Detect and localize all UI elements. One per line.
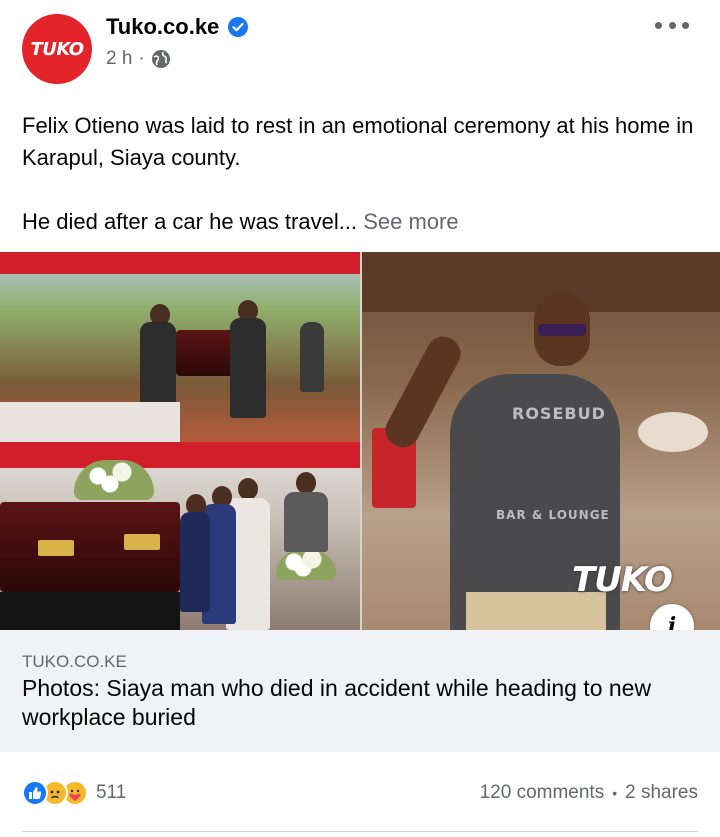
glasses <box>538 324 586 336</box>
table <box>638 412 708 452</box>
mourner <box>230 318 266 418</box>
tent-canopy <box>0 442 360 468</box>
stats-separator: • <box>612 785 618 801</box>
casket-skirt <box>0 592 180 630</box>
mourner <box>300 322 324 392</box>
globe-icon <box>151 50 170 68</box>
mourner-head <box>238 478 258 500</box>
post-image[interactable]: ROSEBUD BAR & LOUNGE TUKO i <box>0 252 720 630</box>
page-name[interactable]: Tuko.co.ke <box>106 14 219 40</box>
engagement-stats: 120 comments • 2 shares <box>480 782 698 804</box>
link-title[interactable]: Photos: Siaya man who died in accident w… <box>22 674 702 732</box>
mourner <box>284 492 328 552</box>
post-text: Felix Otieno was laid to rest in an emot… <box>22 110 702 238</box>
reactions-summary[interactable]: 511 <box>22 780 126 806</box>
tuko-watermark: TUKO <box>572 560 673 600</box>
flower-wreath <box>276 550 336 580</box>
like-icon <box>22 780 48 806</box>
reactions-count: 511 <box>96 782 127 803</box>
tuko-logo: TUKO <box>30 38 85 60</box>
mourner <box>140 322 176 412</box>
post-time[interactable]: 2 h <box>106 48 132 70</box>
casket-handle <box>38 540 74 556</box>
mourner <box>180 512 210 612</box>
meta-separator: · <box>138 48 145 69</box>
post-text-paragraph-2: He died after a car he was travel... See… <box>22 206 702 238</box>
more-options-icon[interactable] <box>655 16 689 34</box>
photo-deceased-portrait: ROSEBUD BAR & LOUNGE TUKO <box>362 252 720 630</box>
casket <box>176 330 234 376</box>
post-text-paragraph-1: Felix Otieno was laid to rest in an emot… <box>22 113 694 170</box>
casket-handle <box>124 534 160 550</box>
page-avatar[interactable]: TUKO <box>22 14 92 84</box>
shares-count[interactable]: 2 shares <box>625 782 698 804</box>
tent-canopy <box>0 252 360 274</box>
footer-divider <box>22 831 698 832</box>
shirt-print-sub: BAR & LOUNGE <box>496 508 610 522</box>
link-domain: TUKO.CO.KE <box>22 652 127 671</box>
more-dot <box>655 21 662 29</box>
photo-casket-family <box>0 442 360 630</box>
comments-count[interactable]: 120 comments <box>480 782 605 804</box>
see-more-link[interactable]: See more <box>363 209 458 234</box>
post-meta: 2 h · <box>106 48 171 70</box>
photo-pallbearers <box>0 252 360 442</box>
tent-drape <box>0 402 180 442</box>
mourner-head <box>296 472 316 494</box>
post-text-truncated: He died after a car he was travel... <box>22 209 358 234</box>
more-dot <box>668 21 676 29</box>
post-header: TUKO Tuko.co.ke 2 h · <box>0 0 720 100</box>
verified-badge-icon <box>228 17 248 37</box>
shirt-print: ROSEBUD <box>512 404 606 423</box>
more-dot <box>682 21 689 29</box>
